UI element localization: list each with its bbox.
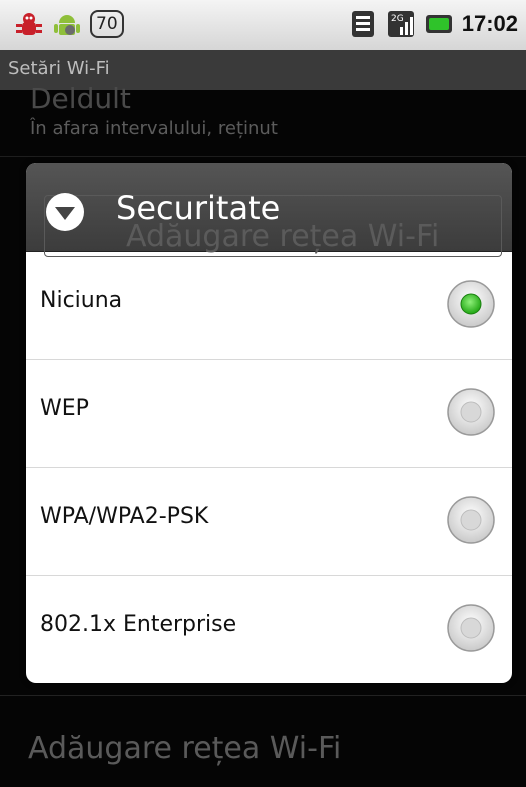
network-item-title: Deldult — [30, 82, 131, 115]
option-none[interactable]: Niciuna — [26, 252, 512, 360]
add-network-item: Adăugare rețea Wi-Fi — [28, 731, 342, 766]
radio-unselected-icon[interactable] — [446, 495, 496, 545]
security-options-list: Niciuna WEP WPA/WPA2-PSK 802.1x Enterpri… — [26, 252, 512, 683]
status-bar: 70 2G 17:02 — [0, 0, 526, 50]
dialog-header: Adăugare rețea Wi-Fi Securitate — [26, 163, 512, 257]
chevron-down-circle-icon — [46, 193, 84, 231]
radio-unselected-icon[interactable] — [446, 603, 496, 653]
android-icon — [54, 15, 80, 35]
radio-selected-icon[interactable] — [446, 279, 496, 329]
wifi-icon — [351, 11, 374, 37]
notification-count: 70 — [90, 10, 124, 38]
app-title: Setări Wi-Fi — [8, 58, 110, 79]
list-divider — [0, 156, 526, 157]
option-label: WPA/WPA2-PSK — [40, 504, 209, 529]
bug-icon — [16, 13, 42, 35]
security-dialog: Adăugare rețea Wi-Fi Securitate Niciuna — [26, 163, 512, 683]
battery-icon — [425, 15, 452, 33]
clock: 17:02 — [461, 11, 518, 36]
svg-text:2G: 2G — [391, 14, 404, 24]
option-8021x-enterprise[interactable]: 802.1x Enterprise — [26, 576, 512, 683]
option-wpa-psk[interactable]: WPA/WPA2-PSK — [26, 468, 512, 576]
option-wep[interactable]: WEP — [26, 360, 512, 468]
option-label: Niciuna — [40, 288, 123, 313]
status-bar-indicators: 2G 17:02 — [348, 9, 518, 39]
radio-unselected-icon[interactable] — [446, 387, 496, 437]
option-label: WEP — [40, 396, 89, 421]
dialog-title: Securitate — [116, 189, 281, 227]
network-item-summary: În afara intervalului, reținut — [30, 118, 278, 139]
signal-2g-icon: 2G — [387, 11, 414, 37]
option-label: 802.1x Enterprise — [40, 612, 237, 637]
list-divider — [0, 695, 526, 696]
status-bar-notifications[interactable]: 70 — [14, 9, 124, 39]
